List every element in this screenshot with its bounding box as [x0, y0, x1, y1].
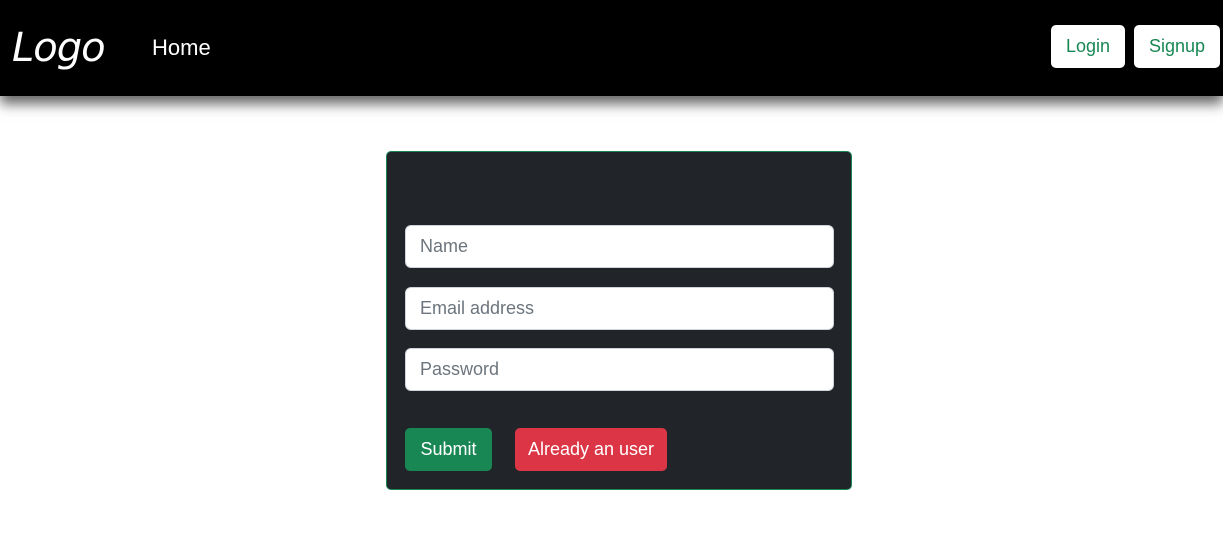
signup-button[interactable]: Signup [1134, 25, 1220, 68]
email-field[interactable] [405, 287, 834, 330]
already-user-button[interactable]: Already an user [515, 428, 667, 471]
signup-form: Submit Already an user [386, 151, 852, 490]
nav-home-link[interactable]: Home [152, 34, 211, 62]
submit-button[interactable]: Submit [405, 428, 492, 471]
password-field[interactable] [405, 348, 834, 391]
login-button[interactable]: Login [1051, 25, 1125, 68]
top-navbar: Logo Home Login Signup [0, 0, 1223, 96]
name-field[interactable] [405, 225, 834, 268]
logo[interactable]: Logo [12, 22, 106, 74]
